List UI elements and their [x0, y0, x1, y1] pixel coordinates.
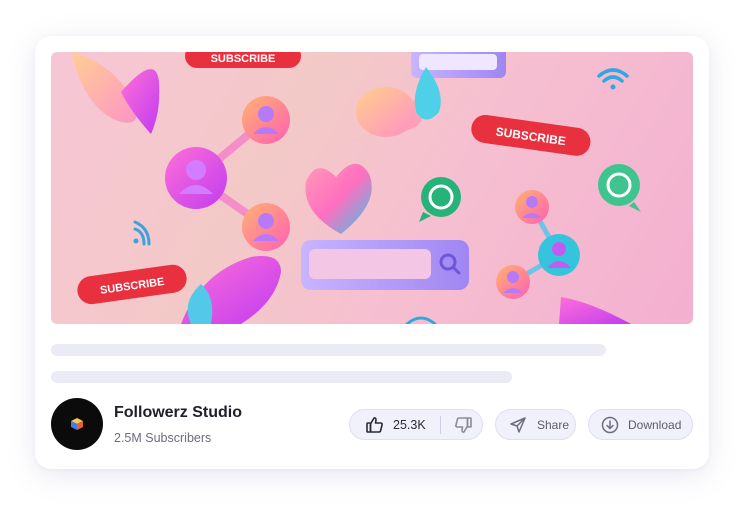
subscriber-count: 2.5M Subscribers — [114, 431, 212, 445]
channel-avatar[interactable] — [51, 398, 103, 450]
heart-icon — [305, 163, 372, 234]
download-button[interactable]: Download — [588, 409, 693, 440]
search-bar-icon — [301, 240, 469, 290]
svg-text:SUBSCRIBE: SUBSCRIBE — [211, 53, 276, 65]
like-divider — [439, 415, 441, 434]
whatsapp-icon — [419, 177, 461, 222]
download-label: Download — [628, 417, 682, 432]
like-count: 25.3K — [393, 417, 426, 432]
channel-name[interactable]: Followerz Studio — [114, 404, 242, 422]
subscribe-button-bottom: SUBSCRIBE — [77, 264, 187, 305]
video-card: SUBSCRIBE SUBSCRIBE SUBSCRIBE Followerz … — [35, 36, 709, 469]
video-thumbnail[interactable]: SUBSCRIBE SUBSCRIBE SUBSCRIBE — [51, 52, 693, 324]
wifi-icon — [597, 68, 629, 90]
subtitle-skeleton-line — [51, 371, 512, 383]
share-label: Share — [537, 417, 570, 432]
thumbs-down-icon[interactable] — [453, 415, 473, 435]
subscribe-button-mid: SUBSCRIBE — [471, 114, 591, 156]
subscribe-button-top: SUBSCRIBE — [185, 52, 301, 68]
title-skeleton-line — [51, 344, 606, 356]
like-dislike-group: 25.3K — [349, 409, 483, 440]
share-button[interactable]: Share — [495, 409, 576, 440]
user-profile-icon — [165, 147, 227, 209]
send-icon — [509, 416, 527, 434]
cube-logo-icon — [71, 418, 83, 430]
download-icon — [601, 416, 619, 434]
thumbnail-illustration: SUBSCRIBE SUBSCRIBE SUBSCRIBE — [71, 52, 641, 324]
thumbs-up-icon[interactable] — [365, 415, 385, 435]
